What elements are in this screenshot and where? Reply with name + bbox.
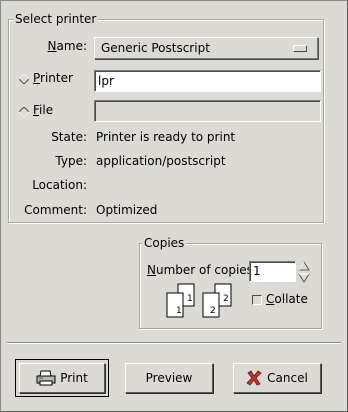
collate-page-number: 2 bbox=[210, 306, 216, 316]
collate-pages-icon: 1 1 2 2 bbox=[166, 283, 232, 318]
type-value: application/postscript bbox=[96, 154, 226, 168]
cancel-button[interactable]: Cancel bbox=[233, 363, 321, 393]
state-label: State: bbox=[51, 130, 87, 144]
file-radio[interactable] bbox=[19, 107, 29, 117]
preview-button[interactable]: Preview bbox=[125, 363, 213, 393]
collate-checkbox[interactable] bbox=[252, 295, 262, 305]
comment-value: Optimized bbox=[96, 203, 158, 217]
file-radio-label: File bbox=[33, 103, 54, 117]
collate-label: Collate bbox=[266, 292, 308, 306]
file-path-input[interactable] bbox=[94, 100, 321, 122]
copies-spinner-icon[interactable] bbox=[298, 261, 310, 283]
printer-icon bbox=[36, 370, 56, 386]
print-dialog: Select printer Select printer Name: Gene… bbox=[0, 0, 348, 412]
state-value: Printer is ready to print bbox=[96, 130, 236, 144]
cancel-button-label: Cancel bbox=[267, 371, 308, 385]
option-menu-indicator-icon bbox=[293, 45, 307, 52]
printer-name-value: Generic Postscript bbox=[101, 41, 210, 55]
comment-label: Comment: bbox=[24, 203, 87, 217]
select-printer-title-text: Select printer bbox=[13, 12, 99, 26]
type-label: Type: bbox=[55, 154, 87, 168]
collate-page-number: 1 bbox=[176, 306, 182, 316]
print-button-label: Print bbox=[60, 371, 88, 385]
location-label: Location: bbox=[32, 178, 87, 192]
name-label: Name: bbox=[47, 39, 87, 53]
cancel-x-icon bbox=[246, 370, 262, 386]
printer-command-input[interactable]: lpr bbox=[94, 70, 321, 92]
collate-page-number: 1 bbox=[187, 294, 193, 304]
preview-button-label: Preview bbox=[145, 371, 193, 385]
printer-name-select[interactable]: Generic Postscript bbox=[94, 37, 318, 59]
number-of-copies-label: Number of copies: bbox=[147, 263, 257, 277]
printer-radio[interactable] bbox=[19, 74, 29, 84]
copies-title: Copies bbox=[142, 236, 187, 250]
print-button[interactable]: Print bbox=[15, 359, 109, 397]
printer-radio-label: Printer bbox=[33, 71, 73, 85]
collate-page-number: 2 bbox=[223, 294, 229, 304]
number-of-copies-input[interactable]: 1 bbox=[249, 261, 296, 282]
button-area-separator bbox=[7, 342, 341, 344]
